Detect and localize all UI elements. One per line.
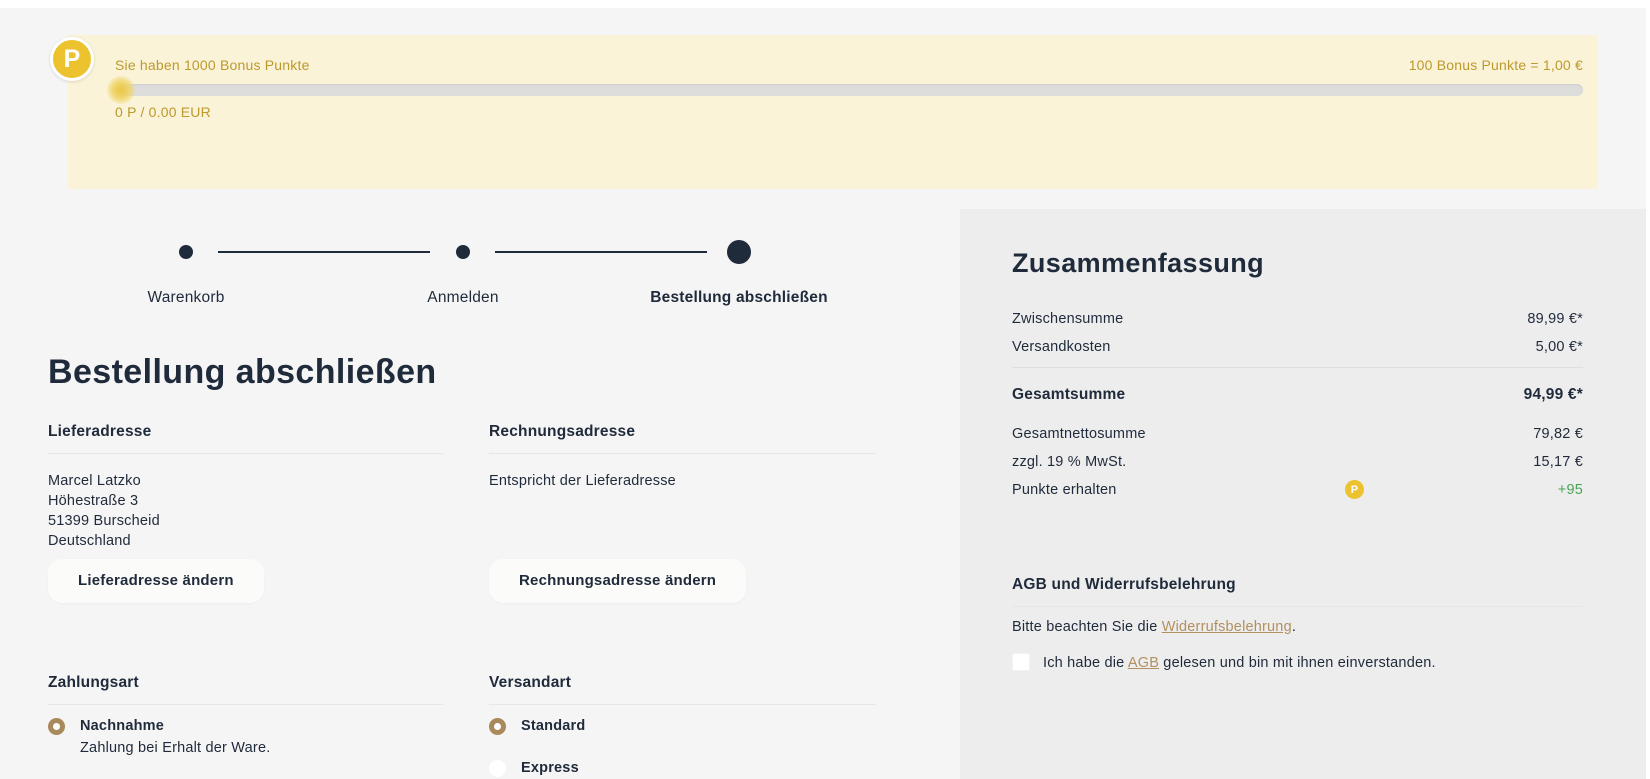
step-label-anmelden[interactable]: Anmelden [313, 289, 613, 307]
notice-text: Bitte beachten Sie die [1012, 619, 1162, 635]
shipping-method-section: Versandart Standard Express [489, 673, 876, 777]
cancellation-policy-notice: Bitte beachten Sie die Widerrufsbelehrun… [1012, 617, 1583, 637]
change-billing-address-button[interactable]: Rechnungsadresse ändern [489, 559, 746, 603]
shipping-address-heading: Lieferadresse [48, 422, 443, 454]
summary-row-label: zzgl. 19 % MwSt. [1012, 452, 1126, 472]
summary-total-label: Gesamtsumme [1012, 385, 1125, 405]
cancellation-policy-link[interactable]: Widerrufsbelehrung [1162, 619, 1292, 635]
payment-option-label[interactable]: Nachnahme [80, 718, 164, 735]
summary-row-total: Gesamtsumme 94,99 €* [1012, 385, 1583, 405]
step-dot-bestellung-abschliessen[interactable] [727, 240, 751, 264]
step-dot-warenkorb[interactable] [179, 245, 193, 259]
step-connector-line [495, 251, 707, 253]
terms-agb-link[interactable]: AGB [1128, 655, 1159, 671]
summary-row-vat: zzgl. 19 % MwSt. 15,17 € [1012, 452, 1583, 472]
payment-method-heading: Zahlungsart [48, 673, 443, 705]
bonus-points-icon: P [50, 37, 94, 81]
summary-row-label: Punkte erhalten [1012, 480, 1117, 500]
order-summary-panel: Zusammenfassung Zwischensumme 89,99 €* V… [960, 209, 1646, 779]
summary-row-points-earned: Punkte erhalten P +95 [1012, 480, 1583, 500]
bonus-points-icon: P [1345, 480, 1364, 499]
shipping-option-label[interactable]: Standard [521, 718, 585, 735]
step-dot-anmelden[interactable] [456, 245, 470, 259]
summary-row-shipping-cost: Versandkosten 5,00 €* [1012, 337, 1583, 357]
scrollbar-track [1646, 0, 1650, 779]
bonus-points-slider[interactable] [115, 84, 1583, 96]
summary-row-subtotal: Zwischensumme 89,99 €* [1012, 309, 1583, 329]
shipping-address-country: Deutschland [48, 531, 443, 551]
bonus-points-rate: 100 Bonus Punkte = 1,00 € [1409, 55, 1583, 75]
terms-agree-row: Ich habe die AGB gelesen und bin mit ihn… [1012, 653, 1583, 673]
shipping-address-street: Höhestraße 3 [48, 491, 443, 511]
radio-selected-icon[interactable] [48, 718, 65, 735]
shipping-method-heading: Versandart [489, 673, 876, 705]
bonus-points-message: Sie haben 1000 Bonus Punkte [115, 55, 310, 75]
bonus-points-slider-value: 0 P / 0.00 EUR [115, 102, 1583, 122]
summary-row-value: 79,82 € [1533, 424, 1583, 444]
radio-selected-icon[interactable] [489, 718, 506, 735]
summary-row-label: Gesamtnettosumme [1012, 424, 1146, 444]
bonus-banner-content: Sie haben 1000 Bonus Punkte 100 Bonus Pu… [115, 55, 1583, 122]
payment-method-section: Zahlungsart Nachnahme Zahlung bei Erhalt… [48, 673, 443, 758]
summary-title: Zusammenfassung [1012, 247, 1583, 279]
shipping-address-section: Lieferadresse Marcel Latzko Höhestraße 3… [48, 422, 443, 777]
bonus-points-slider-handle[interactable] [107, 76, 135, 104]
summary-divider [1012, 367, 1583, 368]
radio-unselected-icon[interactable] [489, 760, 506, 777]
shipping-option-label[interactable]: Express [521, 760, 579, 777]
terms-heading: AGB und Widerrufsbelehrung [1012, 575, 1583, 607]
summary-total-value: 94,99 €* [1524, 385, 1583, 405]
step-connector-line [218, 251, 430, 253]
summary-row-value: 15,17 € [1533, 452, 1583, 472]
notice-text: . [1292, 619, 1296, 635]
step-label-bestellung-abschliessen: Bestellung abschließen [589, 289, 889, 307]
payment-option-description: Zahlung bei Erhalt der Ware. [80, 738, 443, 758]
summary-row-label: Zwischensumme [1012, 309, 1123, 329]
billing-address-section: Rechnungsadresse Entspricht der Lieferad… [489, 422, 876, 777]
step-label-warenkorb[interactable]: Warenkorb [36, 289, 336, 307]
summary-row-label: Versandkosten [1012, 337, 1111, 357]
billing-address-text: Entspricht der Lieferadresse [489, 471, 876, 491]
terms-text: Ich habe die [1043, 655, 1128, 671]
summary-row-value: 89,99 €* [1527, 309, 1583, 329]
summary-row-net-total: Gesamtnettosumme 79,82 € [1012, 424, 1583, 444]
billing-address-heading: Rechnungsadresse [489, 422, 876, 454]
points-earned-value: +95 [1558, 480, 1583, 500]
checkout-main: Bestellung abschließen Lieferadresse Mar… [48, 352, 878, 777]
page-title: Bestellung abschließen [48, 352, 878, 392]
change-shipping-address-button[interactable]: Lieferadresse ändern [48, 559, 264, 603]
shipping-option-express[interactable]: Express [489, 760, 876, 777]
terms-text: gelesen und bin mit ihnen einverstanden. [1159, 655, 1436, 671]
page-top-edge [0, 0, 1650, 8]
terms-checkbox-label[interactable]: Ich habe die AGB gelesen und bin mit ihn… [1043, 653, 1436, 673]
shipping-address-name: Marcel Latzko [48, 471, 443, 491]
shipping-option-standard[interactable]: Standard [489, 718, 876, 735]
bonus-points-banner: P Sie haben 1000 Bonus Punkte 100 Bonus … [68, 35, 1598, 189]
summary-row-value: 5,00 €* [1536, 337, 1583, 357]
terms-section: AGB und Widerrufsbelehrung Bitte beachte… [1012, 575, 1583, 673]
payment-option-nachnahme[interactable]: Nachnahme [48, 718, 443, 735]
shipping-address-city: 51399 Burscheid [48, 511, 443, 531]
terms-checkbox[interactable] [1012, 653, 1030, 671]
